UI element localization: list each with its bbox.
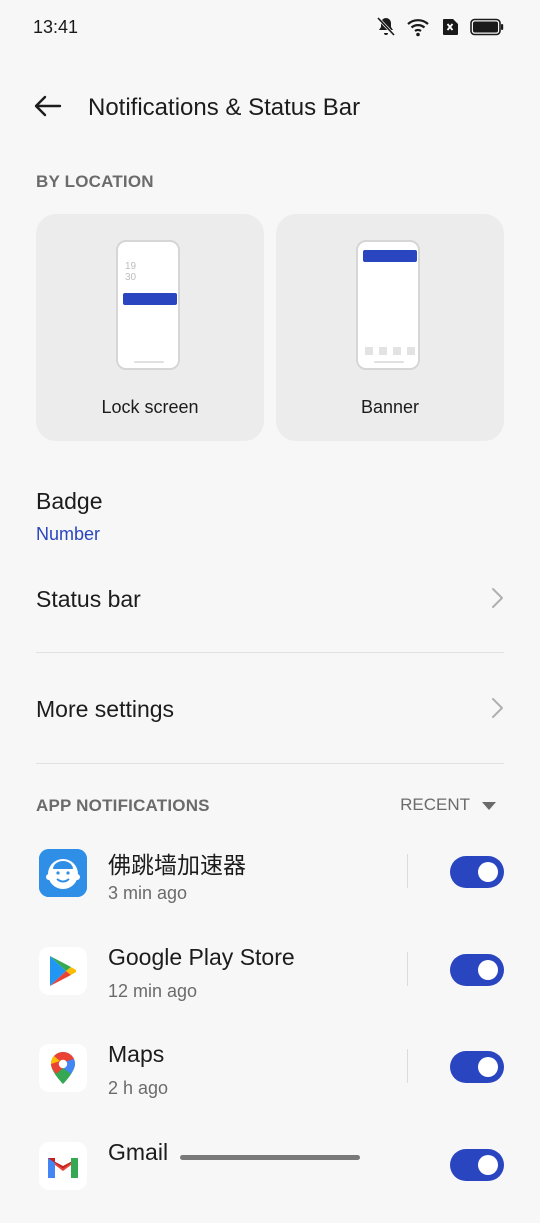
app-name: Google Play Store — [108, 944, 295, 970]
status-time: 13:41 — [33, 17, 79, 37]
status-bar-row[interactable]: Status bar — [0, 572, 540, 628]
more-settings-title: More settings — [36, 696, 175, 722]
preview-dock — [365, 347, 415, 355]
bell-off-icon — [376, 16, 396, 43]
app-row-foxtiaoqiang[interactable]: 佛跳墙加速器 3 min ago — [0, 840, 540, 930]
app-notification-toggle[interactable] — [450, 1051, 504, 1083]
battery-icon — [470, 18, 504, 41]
app-row-gmail[interactable]: Gmail — [0, 1133, 540, 1223]
app-row-maps[interactable]: Maps 2 h ago — [0, 1035, 540, 1125]
banner-card[interactable]: Banner — [276, 214, 504, 441]
badge-title: Badge — [36, 488, 103, 514]
gmail-icon — [39, 1142, 87, 1190]
home-indicator[interactable] — [180, 1155, 360, 1160]
app-name: 佛跳墙加速器 — [108, 852, 246, 878]
sort-dropdown[interactable]: RECENT — [400, 795, 496, 815]
app-time: 2 h ago — [108, 1078, 169, 1098]
app-notification-toggle[interactable] — [450, 954, 504, 986]
app-time: 3 min ago — [108, 883, 188, 903]
preview-banner-bar — [363, 250, 417, 262]
lock-screen-label: Lock screen — [101, 397, 199, 417]
app-notification-toggle[interactable] — [450, 1149, 504, 1181]
badge-row[interactable]: Badge Number — [0, 482, 540, 552]
app-row-google-play[interactable]: Google Play Store 12 min ago — [0, 938, 540, 1028]
no-sim-icon — [440, 18, 460, 41]
divider — [36, 763, 504, 764]
back-arrow-icon — [34, 95, 62, 122]
divider — [407, 952, 408, 986]
preview-notification-bar — [123, 293, 177, 305]
badge-value: Number — [36, 524, 101, 544]
app-name: Maps — [108, 1041, 165, 1067]
app-notification-toggle[interactable] — [450, 856, 504, 888]
divider — [407, 854, 408, 888]
lock-screen-preview: 19 30 — [116, 240, 180, 370]
preview-clock-hour: 19 — [125, 261, 137, 272]
banner-preview — [356, 240, 420, 370]
lock-screen-card[interactable]: 19 30 Lock screen — [36, 214, 264, 441]
app-time: 12 min ago — [108, 981, 198, 1001]
divider — [407, 1049, 408, 1083]
buddha-app-icon — [39, 849, 87, 897]
wifi-icon — [406, 17, 430, 42]
chevron-right-icon — [490, 696, 504, 720]
caret-down-icon — [482, 795, 496, 815]
status-bar-title: Status bar — [36, 586, 141, 612]
preview-clock-minute: 30 — [125, 272, 137, 283]
by-location-label: BY LOCATION — [36, 172, 154, 191]
google-play-icon — [39, 947, 87, 995]
chevron-right-icon — [490, 586, 504, 610]
google-maps-icon — [39, 1044, 87, 1092]
app-header: Notifications & Status Bar — [0, 82, 540, 134]
back-button[interactable] — [30, 90, 66, 126]
sort-label: RECENT — [400, 795, 470, 814]
banner-label: Banner — [360, 397, 420, 417]
preview-home-bar — [134, 361, 164, 363]
preview-home-bar — [374, 361, 404, 363]
system-status-bar: 13:41 — [0, 0, 540, 56]
page-title: Notifications & Status Bar — [88, 94, 361, 121]
more-settings-row[interactable]: More settings — [0, 682, 540, 738]
divider — [36, 652, 504, 653]
app-name: Gmail — [108, 1139, 169, 1165]
app-notifications-label: APP NOTIFICATIONS — [36, 796, 210, 815]
